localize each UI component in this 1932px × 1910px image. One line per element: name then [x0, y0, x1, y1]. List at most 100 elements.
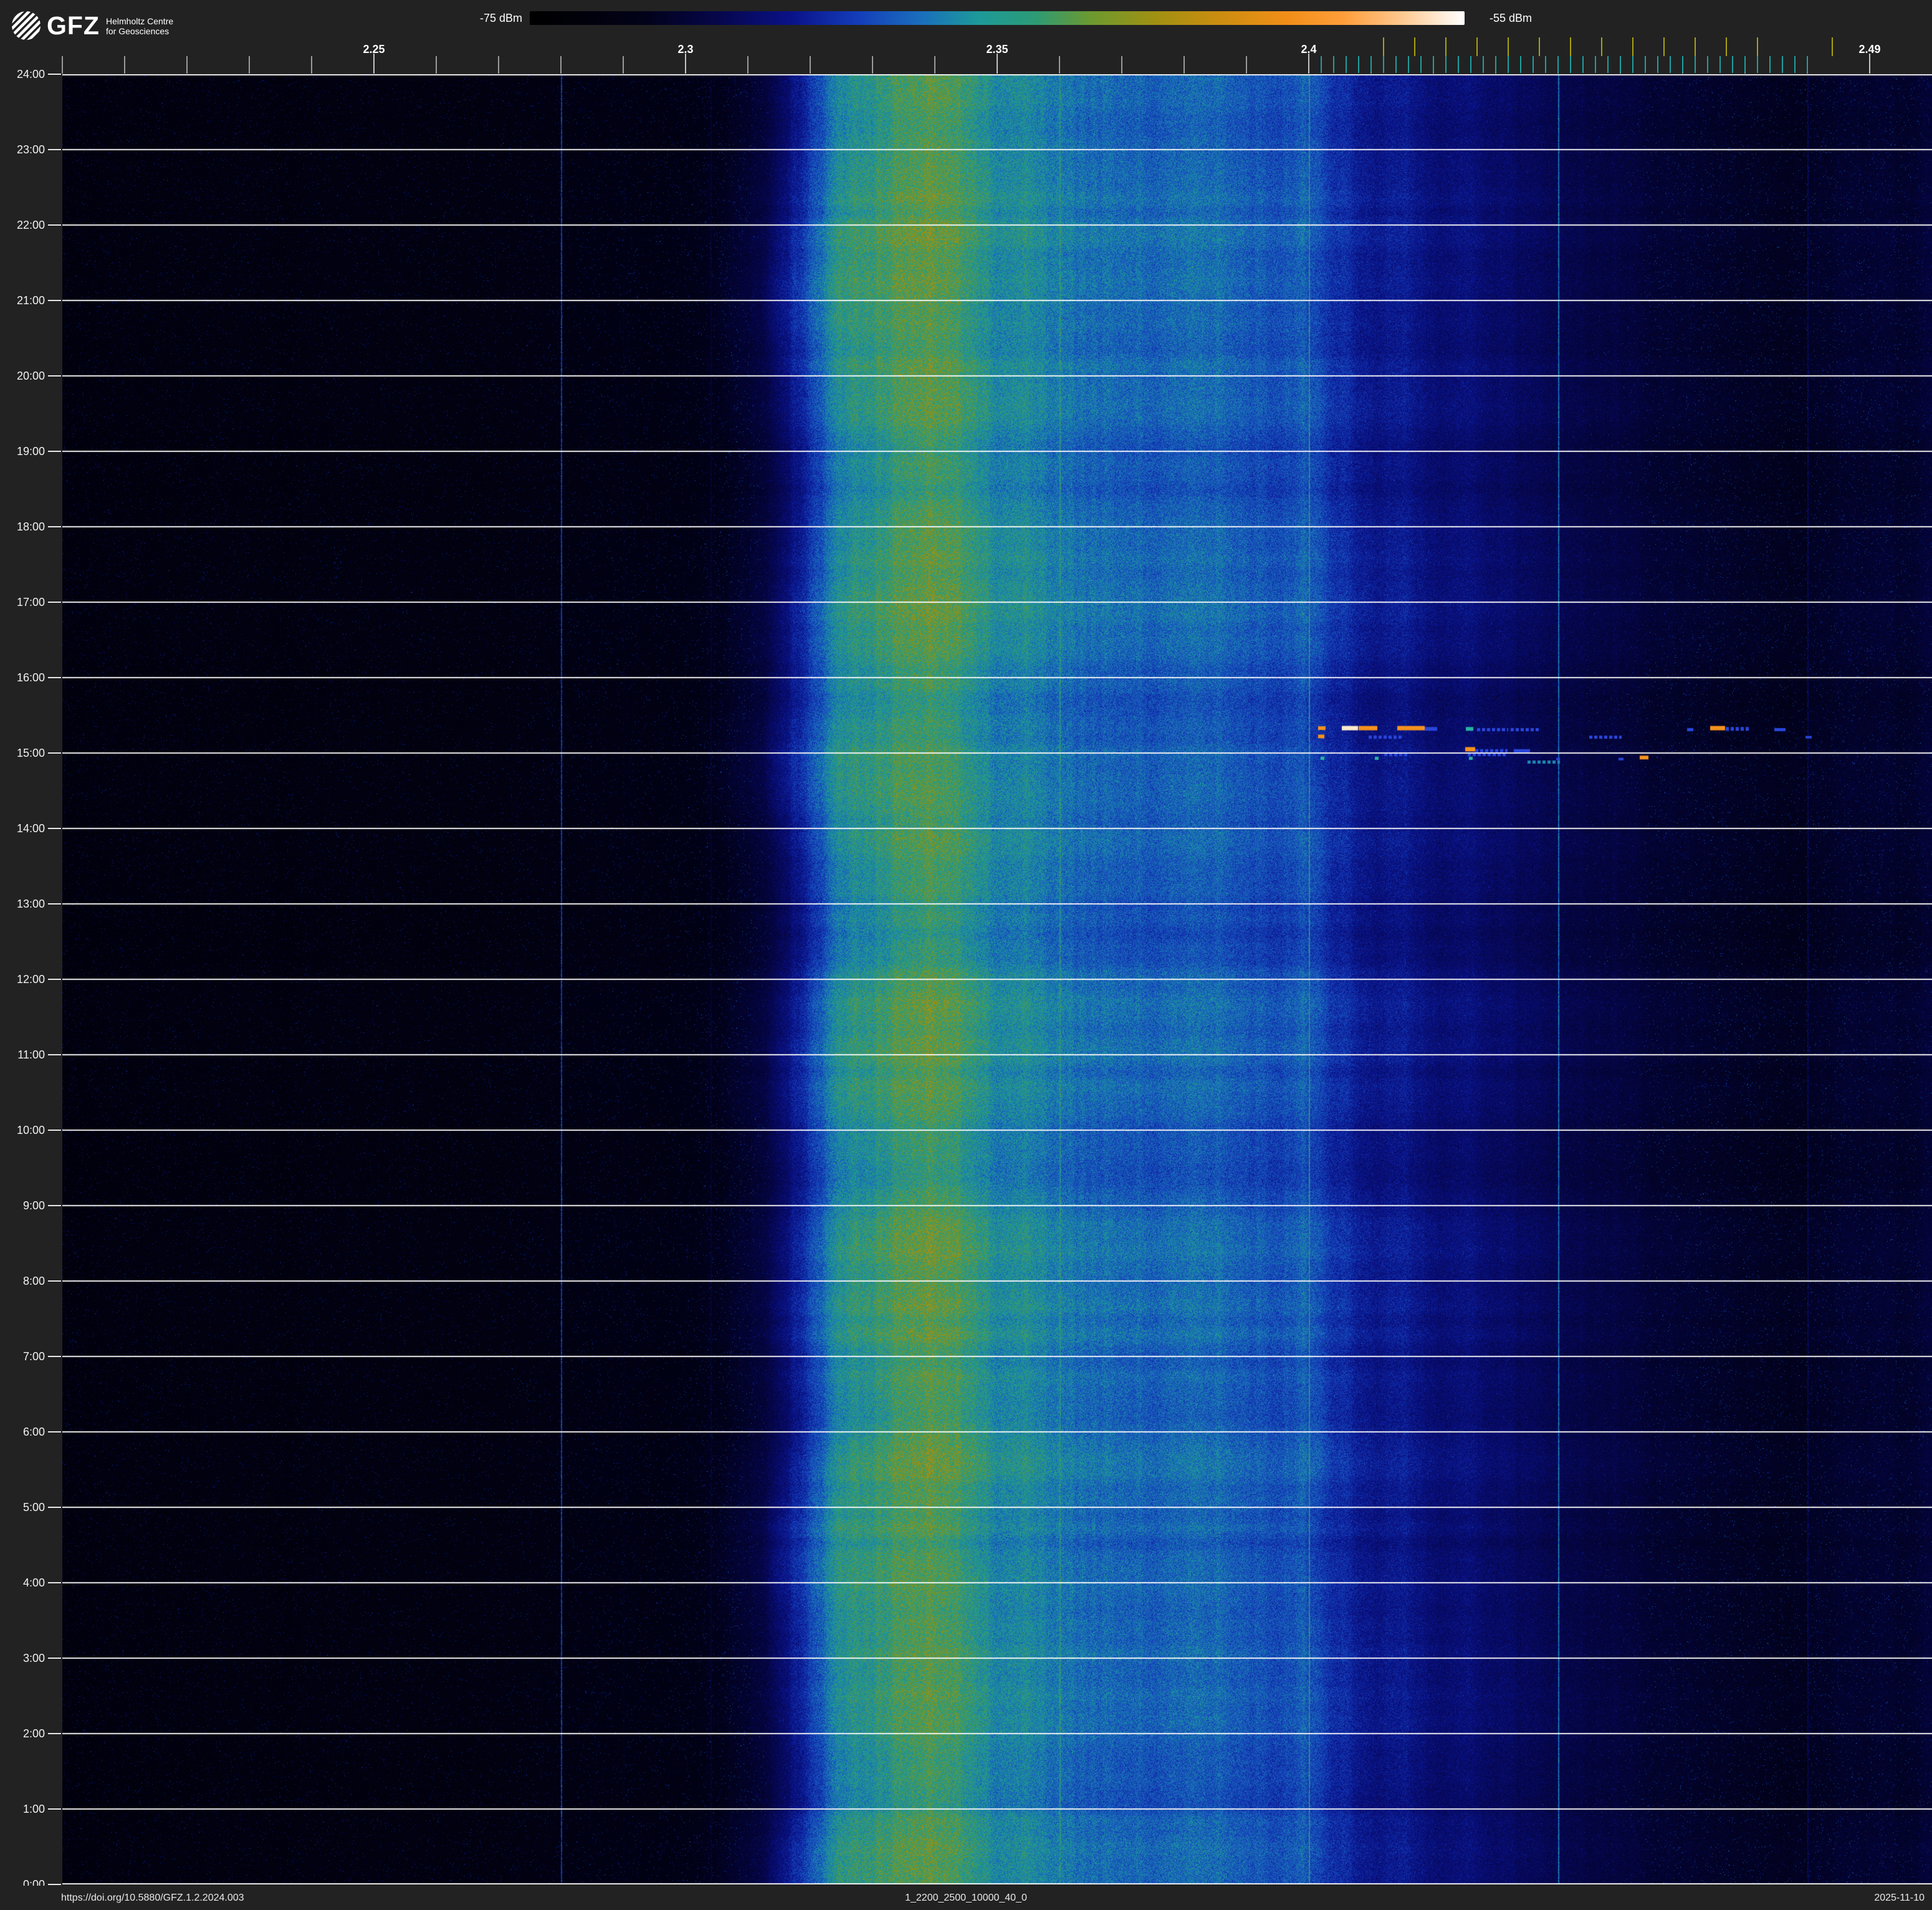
- time-tick-dash: [48, 1808, 61, 1810]
- time-label: 16:00: [16, 671, 45, 684]
- time-label: 12:00: [16, 973, 45, 986]
- freq-tick-label: 2.49: [1858, 43, 1881, 55]
- freq-grid-tick: [685, 54, 686, 74]
- wifi-channel-tick: [1632, 37, 1633, 56]
- ble-channel-tick: [1458, 56, 1459, 73]
- time-label: 1:00: [22, 1803, 45, 1815]
- ble-channel-tick: [1620, 56, 1621, 73]
- freq-grid-tick: [560, 56, 562, 74]
- wifi-channel-tick: [1445, 37, 1447, 56]
- time-tick-dash: [48, 1054, 61, 1055]
- time-tick-dash: [48, 300, 61, 301]
- freq-grid-tick: [1246, 56, 1247, 74]
- colorbar-min-label: -75 dBm: [479, 12, 522, 24]
- ble-channel-tick: [1445, 56, 1447, 73]
- wifi-channel-tick: [1663, 37, 1665, 56]
- ble-channel-tick: [1582, 56, 1584, 73]
- wifi-channel-tick: [1757, 37, 1758, 56]
- time-label: 9:00: [22, 1199, 45, 1212]
- time-tick-dash: [48, 1507, 61, 1508]
- ble-channel-tick: [1520, 56, 1521, 73]
- ble-channel-tick: [1420, 56, 1422, 73]
- freq-grid-tick: [1184, 56, 1185, 74]
- time-label: 19:00: [16, 445, 45, 458]
- ble-channel-tick: [1695, 56, 1696, 73]
- freq-grid-tick: [373, 54, 375, 74]
- time-label: 4:00: [22, 1576, 45, 1589]
- ble-channel-tick: [1807, 56, 1808, 73]
- ble-channel-tick: [1395, 56, 1397, 73]
- time-label: 6:00: [22, 1426, 45, 1438]
- time-tick-dash: [48, 979, 61, 980]
- date-label: 2025-11-10: [1874, 1893, 1925, 1903]
- time-tick-dash: [48, 752, 61, 754]
- dataset-filename: 1_2200_2500_10000_40_0: [905, 1893, 1027, 1903]
- spectrogram-page: GFZ Helmholtz Centre for Geosciences -75…: [0, 0, 1932, 1910]
- footer: https://doi.org/10.5880/GFZ.1.2.2024.003…: [0, 1886, 1932, 1910]
- freq-grid-tick: [249, 56, 250, 74]
- wifi-channel-tick: [1383, 37, 1384, 56]
- time-label: 20:00: [16, 370, 45, 382]
- ble-channel-tick: [1495, 56, 1496, 73]
- time-label: 17:00: [16, 596, 45, 608]
- wifi-channel-tick: [1726, 37, 1727, 56]
- ble-channel-tick: [1769, 56, 1771, 73]
- time-tick-dash: [48, 1431, 61, 1432]
- freq-tick-label: 2.35: [986, 43, 1008, 55]
- ble-channel-tick: [1657, 56, 1658, 73]
- ble-channel-tick: [1794, 56, 1796, 73]
- time-label: 23:00: [16, 143, 45, 156]
- ble-channel-tick: [1595, 56, 1596, 73]
- time-tick-dash: [48, 1280, 61, 1282]
- freq-grid-tick: [1308, 54, 1309, 74]
- freq-grid-tick: [124, 56, 125, 74]
- freq-tick-label: 2.25: [363, 43, 385, 55]
- ble-channel-tick: [1358, 56, 1359, 73]
- wifi-channel-tick: [1695, 37, 1696, 56]
- ble-channel-tick: [1670, 56, 1671, 73]
- spectrogram-heatmap: [62, 74, 1932, 1884]
- time-tick-dash: [48, 1733, 61, 1734]
- ble-channel-tick: [1321, 56, 1322, 73]
- time-tick-dash: [48, 1356, 61, 1357]
- time-label: 10:00: [16, 1124, 45, 1136]
- time-label: 15:00: [16, 747, 45, 759]
- wifi-channel-tick: [1539, 37, 1540, 56]
- time-tick-dash: [48, 451, 61, 452]
- ble-channel-tick: [1508, 56, 1509, 73]
- ble-channel-tick: [1408, 56, 1409, 73]
- time-label: 2:00: [22, 1727, 45, 1740]
- time-tick-dash: [48, 149, 61, 150]
- time-tick-dash: [48, 224, 61, 226]
- freq-grid-tick: [1059, 56, 1060, 74]
- freq-grid-tick: [1121, 56, 1122, 74]
- time-label: 3:00: [22, 1652, 45, 1664]
- wifi-channel-tick: [1570, 37, 1571, 56]
- colorbar-max-label: -55 dBm: [1490, 12, 1533, 24]
- ble-channel-tick: [1333, 56, 1334, 73]
- freq-grid-tick: [1869, 54, 1870, 74]
- time-label: 24:00: [16, 68, 45, 80]
- time-label: 11:00: [17, 1049, 45, 1061]
- ble-channel-tick: [1470, 56, 1471, 73]
- time-label: 22:00: [16, 219, 45, 231]
- time-tick-dash: [48, 1130, 61, 1131]
- freq-grid-tick: [623, 56, 624, 74]
- header: GFZ Helmholtz Centre for Geosciences -75…: [0, 0, 1932, 74]
- time-tick-dash: [48, 1582, 61, 1583]
- colorbar-gradient: [530, 11, 1465, 25]
- ble-channel-tick: [1570, 56, 1571, 73]
- ble-channel-tick: [1682, 56, 1683, 73]
- ble-channel-tick: [1483, 56, 1484, 73]
- wifi-channel-tick: [1414, 37, 1415, 56]
- ble-channel-tick: [1732, 56, 1733, 73]
- time-tick-dash: [48, 1658, 61, 1659]
- time-tick-dash: [48, 74, 61, 75]
- ble-channel-tick: [1557, 56, 1559, 73]
- time-label: 18:00: [16, 521, 45, 533]
- wifi-channel-tick: [1832, 37, 1833, 56]
- freq-grid-tick: [997, 54, 998, 74]
- freq-grid-tick: [747, 56, 748, 74]
- wifi-channel-tick: [1476, 37, 1478, 56]
- ble-channel-tick: [1607, 56, 1609, 73]
